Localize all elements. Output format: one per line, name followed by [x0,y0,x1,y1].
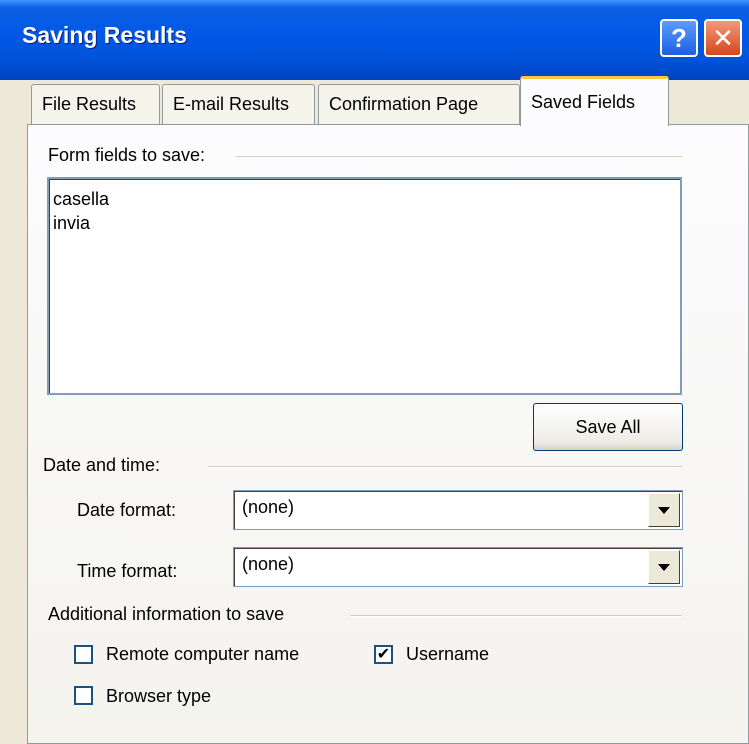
list-item[interactable]: invia [53,211,676,235]
date-format-value: (none) [242,497,295,517]
date-format-select[interactable]: (none) [233,490,683,530]
time-format-select[interactable]: (none) [233,547,683,587]
window-title: Saving Results [22,22,187,48]
group-divider [236,156,682,158]
check-icon: ✔ [376,645,391,663]
tab-email-results[interactable]: E-mail Results [162,84,315,124]
remote-computer-name-label: Remote computer name [106,644,300,664]
date-format-label: Date format: [77,500,177,520]
group-divider [208,466,682,468]
chevron-down-icon [658,563,670,571]
save-all-button[interactable]: Save All [533,403,683,451]
list-item[interactable]: casella [53,187,676,211]
close-button[interactable]: ✕ [704,19,742,57]
dropdown-button[interactable] [648,550,680,584]
tab-saved-fields[interactable]: Saved Fields [520,76,669,126]
additional-info-group-label: Additional information to save [48,604,285,624]
tab-label: Confirmation Page [329,94,479,114]
tab-label: E-mail Results [173,94,290,114]
form-fields-listbox[interactable]: casella invia [47,177,682,395]
time-format-label: Time format: [77,561,178,581]
username-checkbox[interactable]: ✔ [374,645,393,664]
group-divider [350,615,682,617]
username-label: Username [406,644,490,664]
tab-file-results[interactable]: File Results [31,84,160,124]
browser-type-label: Browser type [106,686,212,706]
dropdown-button[interactable] [648,493,680,527]
chevron-down-icon [658,506,670,514]
browser-type-checkbox[interactable] [74,686,93,705]
date-time-group-label: Date and time: [43,455,161,475]
close-icon: ✕ [712,23,734,53]
tab-label: Saved Fields [531,92,636,112]
title-bar[interactable]: Saving Results ? ✕ [0,0,749,80]
tab-confirmation-page[interactable]: Confirmation Page [318,84,520,124]
tab-label: File Results [42,94,137,114]
time-format-value: (none) [242,554,295,574]
remote-computer-name-checkbox[interactable] [74,645,93,664]
form-fields-group-label: Form fields to save: [48,145,206,165]
help-button[interactable]: ? [660,19,698,57]
help-icon: ? [671,23,687,53]
